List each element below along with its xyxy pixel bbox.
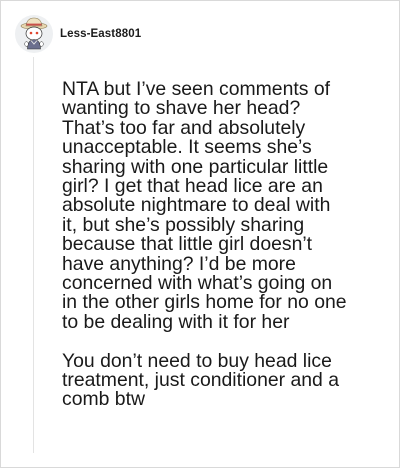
comment-body: NTA but I’ve seen comments of wanting to… <box>62 78 392 411</box>
comment-author[interactable]: Less-East8801 <box>60 28 141 40</box>
comment-card: Less-East8801 NTA but I’ve seen comments… <box>0 0 400 468</box>
thread-line[interactable] <box>33 57 34 453</box>
comment-paragraph: You don’t need to buy head lice treatmen… <box>62 349 340 411</box>
comment-header: Less-East8801 <box>15 15 141 53</box>
reddit-snoo-avatar-icon[interactable] <box>15 15 53 53</box>
comment-paragraph: NTA but I’ve seen comments of wanting to… <box>62 78 347 333</box>
